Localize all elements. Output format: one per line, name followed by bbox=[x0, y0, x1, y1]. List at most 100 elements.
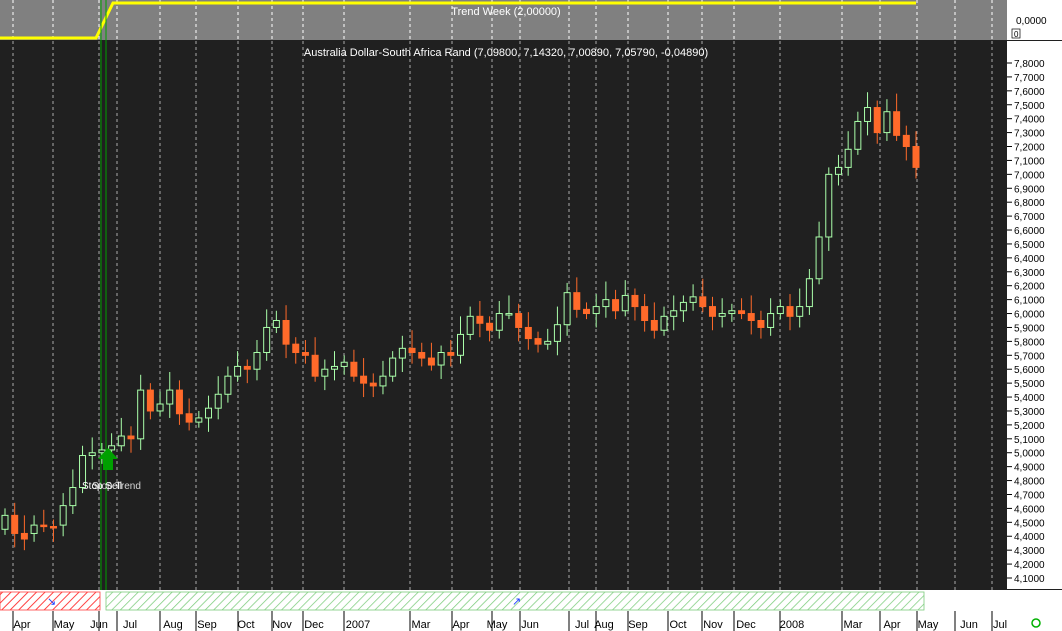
y-tick-label: 5,5000 bbox=[1014, 379, 1045, 390]
y-tick-label: 6,7000 bbox=[1014, 212, 1045, 223]
candle-body bbox=[582, 308, 590, 315]
candle-body bbox=[553, 324, 561, 342]
candle-body bbox=[476, 315, 484, 324]
candle-body bbox=[631, 294, 639, 308]
y-tick-label: 5,8000 bbox=[1014, 337, 1045, 348]
candle-body bbox=[524, 326, 532, 340]
candle-body bbox=[437, 352, 445, 366]
candle-body bbox=[195, 417, 203, 423]
y-tick-label: 6,5000 bbox=[1014, 240, 1045, 251]
candle-body bbox=[825, 173, 833, 238]
candle-body bbox=[641, 306, 649, 322]
candle-body bbox=[844, 148, 852, 168]
y-tick-label: 5,1000 bbox=[1014, 435, 1045, 446]
x-tick-label: Oct bbox=[669, 619, 686, 631]
x-tick-label: Jul bbox=[993, 619, 1007, 631]
y-tick-label: 5,2000 bbox=[1014, 421, 1045, 432]
candle-body bbox=[301, 352, 309, 356]
candle-body bbox=[834, 166, 842, 175]
candle-body bbox=[311, 354, 319, 377]
candle-body bbox=[457, 333, 464, 356]
candle-body bbox=[515, 313, 523, 328]
candle-body bbox=[893, 111, 901, 136]
y-tick-label: 7,3000 bbox=[1014, 129, 1045, 140]
y-tick-label: 6,1000 bbox=[1014, 296, 1045, 307]
candle-body bbox=[156, 403, 164, 412]
indicator-value: 0,0000 bbox=[1016, 16, 1047, 27]
candle-body bbox=[621, 294, 629, 312]
candle-body bbox=[670, 310, 678, 317]
x-tick-label: 2008 bbox=[780, 619, 804, 631]
candle-body bbox=[738, 310, 746, 315]
candle-body bbox=[234, 365, 242, 377]
candle-body bbox=[137, 389, 145, 440]
candle-body bbox=[534, 338, 542, 345]
candle-body bbox=[1, 514, 9, 530]
candle-body bbox=[767, 313, 775, 328]
y-tick-label: 5,4000 bbox=[1014, 393, 1045, 404]
x-tick-label: Jun bbox=[90, 619, 108, 631]
y-tick-label: 5,6000 bbox=[1014, 365, 1045, 376]
candle-body bbox=[117, 435, 125, 447]
x-tick-label: Apr bbox=[13, 619, 30, 631]
candle-body bbox=[253, 352, 261, 370]
candle-body bbox=[321, 368, 329, 377]
signal-label-stop-trend: Stop Trend bbox=[92, 481, 141, 492]
x-tick-label: Oct bbox=[237, 619, 254, 631]
x-tick-label: Aug bbox=[163, 619, 183, 631]
indicator-small-label: 0 bbox=[1014, 30, 1019, 39]
chart-title: Australia Dollar-South Africa Rand (7,09… bbox=[304, 47, 708, 59]
indicator-label: Trend Week (2,00000) bbox=[451, 6, 560, 18]
y-tick-label: 4,4000 bbox=[1014, 532, 1045, 543]
y-tick-label: 4,1000 bbox=[1014, 574, 1045, 585]
x-tick-label: Jul bbox=[123, 619, 137, 631]
candle-body bbox=[146, 389, 154, 412]
y-tick-label: 6,3000 bbox=[1014, 268, 1045, 279]
y-tick-label: 7,1000 bbox=[1014, 156, 1045, 167]
x-tick-label: Sep bbox=[628, 619, 648, 631]
candle-body bbox=[292, 343, 300, 354]
candle-body bbox=[166, 389, 174, 405]
y-tick-label: 6,9000 bbox=[1014, 184, 1045, 195]
candle-body bbox=[243, 365, 251, 370]
candle-body bbox=[747, 313, 755, 321]
candle-body bbox=[379, 375, 387, 387]
candle-body bbox=[40, 524, 48, 528]
candle-body bbox=[398, 347, 406, 359]
x-tick-label: May bbox=[918, 619, 939, 631]
candle-body bbox=[369, 382, 377, 387]
x-tick-label: May bbox=[487, 619, 508, 631]
y-tick-label: 5,0000 bbox=[1014, 449, 1045, 460]
candle-body bbox=[360, 375, 368, 384]
candle-body bbox=[466, 315, 474, 335]
x-tick-label: Jul bbox=[575, 619, 589, 631]
y-tick-label: 4,7000 bbox=[1014, 490, 1045, 501]
y-tick-label: 4,6000 bbox=[1014, 504, 1045, 515]
candle-body bbox=[815, 236, 823, 280]
x-tick-label: Aug bbox=[594, 619, 614, 631]
y-tick-label: 5,7000 bbox=[1014, 351, 1045, 362]
x-tick-label: Sep bbox=[197, 619, 217, 631]
candle-body bbox=[20, 532, 28, 540]
candle-body bbox=[59, 505, 67, 526]
x-tick-label: Nov bbox=[703, 619, 723, 631]
chart-canvas: Trend Week (2,00000) 0,0000 0 7,8000 7,70… bbox=[0, 0, 1062, 631]
x-tick-label: May bbox=[54, 619, 75, 631]
candle-body bbox=[214, 393, 222, 409]
y-tick-label: 5,9000 bbox=[1014, 323, 1045, 334]
y-tick-label: 7,2000 bbox=[1014, 143, 1045, 154]
candle-body bbox=[505, 313, 513, 316]
candle-body bbox=[418, 352, 426, 359]
x-tick-label: Nov bbox=[272, 619, 292, 631]
candle-body bbox=[408, 347, 416, 354]
candle-body bbox=[612, 299, 620, 312]
candle-body bbox=[708, 306, 716, 317]
candle-body bbox=[902, 134, 910, 148]
x-tick-label: Dec bbox=[736, 619, 756, 631]
candle-body bbox=[108, 445, 116, 451]
candle-body bbox=[224, 375, 232, 395]
candle-body bbox=[127, 435, 135, 440]
candle-body bbox=[786, 306, 794, 317]
y-tick-label: 7,0000 bbox=[1014, 170, 1045, 181]
candle-body bbox=[660, 315, 668, 331]
